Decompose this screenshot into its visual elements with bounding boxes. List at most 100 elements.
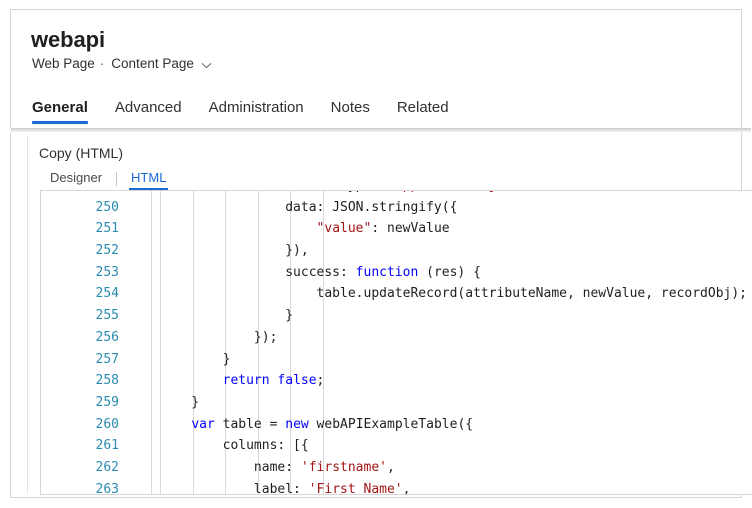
code-line: 259 }	[41, 392, 752, 414]
tab-related-label: Related	[397, 99, 449, 116]
line-number: 257	[41, 349, 119, 371]
code-token	[160, 417, 191, 432]
code-token: columns: [{	[160, 438, 309, 453]
code-line: 256 });	[41, 327, 752, 349]
code-line: 251 "value": newValue	[41, 218, 752, 240]
code-line-text: var table = new webAPIExampleTable({	[160, 414, 473, 436]
code-line: 249 contentType: "application/json",	[41, 190, 752, 197]
line-number: 250	[41, 197, 119, 219]
line-number: 252	[41, 240, 119, 262]
line-number: 254	[41, 283, 119, 305]
line-number: 261	[41, 435, 119, 457]
code-line: 255 }	[41, 305, 752, 327]
code-token: name:	[160, 460, 301, 475]
code-line-text: label: 'First Name',	[160, 479, 410, 495]
tab-administration-label: Administration	[209, 99, 304, 116]
code-line-text: return false;	[160, 370, 324, 392]
code-token: ,	[528, 190, 536, 193]
code-line: 262 name: 'firstname',	[41, 457, 752, 479]
code-line-text: columns: [{	[160, 435, 309, 457]
line-number: 255	[41, 305, 119, 327]
line-number: 262	[41, 457, 119, 479]
code-line-text: });	[160, 327, 277, 349]
code-token	[160, 373, 223, 388]
html-code-editor[interactable]: 249 contentType: "application/json",250 …	[40, 190, 752, 495]
code-token: });	[160, 330, 277, 345]
code-line: 263 label: 'First Name',	[41, 479, 752, 495]
line-number: 249	[41, 190, 119, 197]
tab-general-label: General	[32, 99, 88, 116]
code-line-text: name: 'firstname',	[160, 457, 395, 479]
line-number: 259	[41, 392, 119, 414]
code-token: ,	[387, 460, 395, 475]
code-line-text: "value": newValue	[160, 218, 450, 240]
subtab-designer[interactable]: Designer	[50, 170, 102, 190]
section-rail	[27, 136, 28, 494]
subtab-html-label: HTML	[131, 170, 166, 185]
code-token: webAPIExampleTable({	[309, 417, 473, 432]
tab-advanced-label: Advanced	[115, 99, 182, 116]
code-line: 258 return false;	[41, 370, 752, 392]
code-line: 253 success: function (res) {	[41, 262, 752, 284]
code-token: : newValue	[371, 221, 449, 236]
code-line-text: }	[160, 305, 293, 327]
line-number: 258	[41, 370, 119, 392]
code-line: 254 table.updateRecord(attributeName, ne…	[41, 283, 752, 305]
code-token: }	[160, 352, 230, 367]
code-line: 261 columns: [{	[41, 435, 752, 457]
record-header-card: webapi Web Page · Content Page General A…	[10, 9, 742, 128]
code-token: }	[160, 395, 199, 410]
code-token: return false	[223, 373, 317, 388]
tab-advanced[interactable]: Advanced	[115, 99, 182, 124]
code-token: data: JSON.stringify({	[160, 200, 457, 215]
tab-notes-label: Notes	[331, 99, 370, 116]
code-line: 252 }),	[41, 240, 752, 262]
tab-administration[interactable]: Administration	[209, 99, 304, 124]
line-number: 253	[41, 262, 119, 284]
line-number: 260	[41, 414, 119, 436]
code-token: success:	[160, 265, 356, 280]
code-token	[160, 221, 317, 236]
breadcrumb-separator: ·	[100, 55, 105, 73]
code-line: 250 data: JSON.stringify({	[41, 197, 752, 219]
editor-mode-tabs: Designer HTML	[50, 168, 166, 190]
code-line-text: success: function (res) {	[160, 262, 481, 284]
page-title: webapi	[31, 26, 105, 54]
code-line-text: contentType: "application/json",	[160, 190, 536, 197]
chevron-down-icon[interactable]	[201, 60, 212, 71]
code-line-text: table.updateRecord(attributeName, newVal…	[160, 283, 747, 305]
code-token: var	[191, 417, 214, 432]
tab-general[interactable]: General	[32, 99, 88, 124]
code-token: "application/json"	[387, 190, 528, 193]
subtab-html[interactable]: HTML	[131, 170, 166, 190]
tab-notes[interactable]: Notes	[331, 99, 370, 124]
code-token: ;	[317, 373, 325, 388]
code-line-text: }),	[160, 240, 309, 262]
code-line-text: }	[160, 392, 199, 414]
code-token: table.updateRecord(attributeName, newVal…	[160, 286, 747, 301]
code-lines: 249 contentType: "application/json",250 …	[41, 190, 752, 495]
tab-related[interactable]: Related	[397, 99, 449, 124]
code-line-text: data: JSON.stringify({	[160, 197, 457, 219]
code-token: label:	[160, 482, 309, 495]
line-number: 263	[41, 479, 119, 495]
record-form-page: webapi Web Page · Content Page General A…	[0, 0, 752, 508]
code-token: contentType:	[160, 190, 387, 193]
code-token: (res) {	[418, 265, 481, 280]
form-selector-label[interactable]: Content Page	[111, 55, 194, 73]
line-number: 256	[41, 327, 119, 349]
subtab-divider	[116, 172, 117, 186]
code-token: 'firstname'	[301, 460, 387, 475]
line-number: 251	[41, 218, 119, 240]
code-token: "value"	[317, 221, 372, 236]
code-line: 257 }	[41, 349, 752, 371]
form-tab-list: General Advanced Administration Notes Re…	[32, 94, 476, 124]
breadcrumb: Web Page · Content Page	[32, 55, 212, 73]
section-title: Copy (HTML)	[39, 145, 123, 161]
code-token: function	[356, 265, 419, 280]
code-token: 'First Name'	[309, 482, 403, 495]
code-token: ,	[403, 482, 411, 495]
code-token: }	[160, 308, 293, 323]
code-token: new	[285, 417, 308, 432]
code-line: 260 var table = new webAPIExampleTable({	[41, 414, 752, 436]
